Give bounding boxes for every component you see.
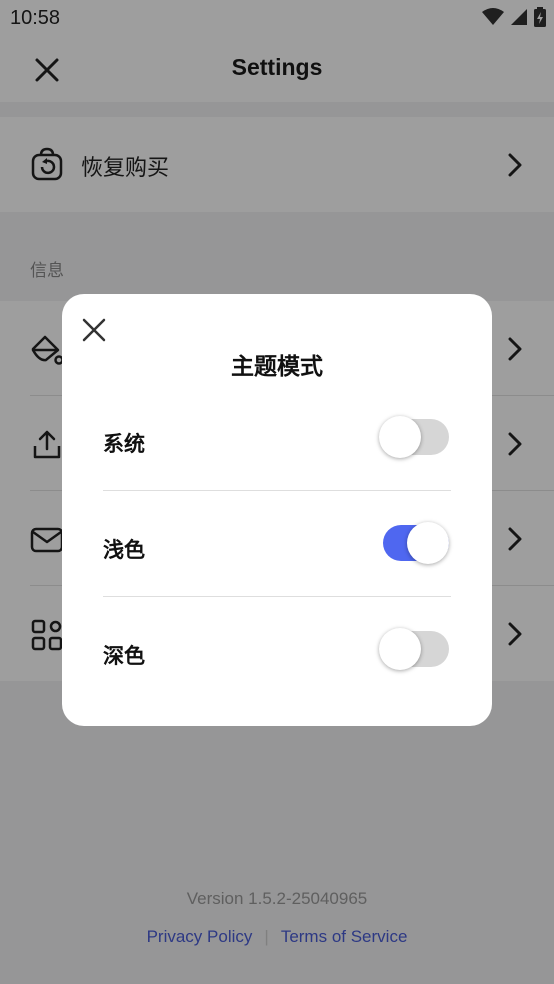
option-label: 深色 [103, 644, 145, 668]
close-icon [82, 318, 106, 342]
theme-option-light: 浅色 [103, 491, 451, 597]
dark-theme-toggle[interactable] [379, 628, 449, 670]
theme-mode-dialog: 主题模式 系统 浅色 深色 [62, 294, 492, 726]
dialog-close-button[interactable] [80, 316, 108, 344]
option-label: 浅色 [103, 538, 145, 562]
toggle-knob [407, 522, 449, 564]
light-theme-toggle[interactable] [379, 522, 449, 564]
theme-option-system: 系统 [103, 385, 451, 491]
system-theme-toggle[interactable] [379, 416, 449, 458]
toggle-knob [379, 628, 421, 670]
dialog-title: 主题模式 [231, 354, 323, 380]
toggle-knob [379, 416, 421, 458]
theme-option-dark: 深色 [103, 597, 451, 703]
option-label: 系统 [103, 432, 145, 456]
